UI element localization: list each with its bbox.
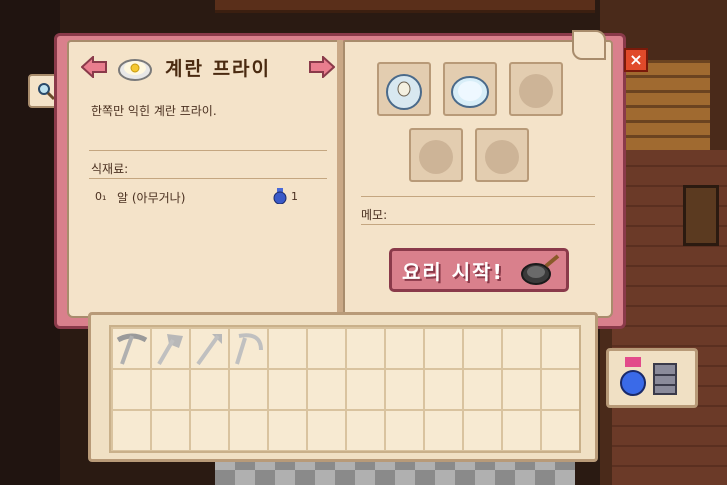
divider	[89, 150, 327, 151]
garlic-icon	[386, 74, 422, 110]
background-stairs	[620, 60, 710, 150]
pickaxe-icon	[116, 333, 148, 365]
arrow-left-icon	[80, 54, 107, 80]
recipe-title: 계란 프라이	[165, 58, 272, 80]
previous-recipe-button[interactable]	[80, 54, 107, 80]
inventory-slot[interactable]	[308, 411, 345, 450]
ingredient-slot[interactable]	[409, 128, 463, 182]
inventory-slot[interactable]	[503, 329, 540, 368]
ingredient-slot[interactable]	[377, 62, 431, 116]
inventory-slot[interactable]	[464, 411, 501, 450]
axe-icon	[157, 334, 183, 366]
recipe-description: 한쪽만 익힌 계란 프라이.	[91, 104, 217, 118]
inventory-slot[interactable]	[542, 411, 579, 450]
inventory-slot[interactable]	[425, 370, 462, 409]
inventory-grid	[109, 325, 581, 453]
mini-fridge-icon[interactable]	[653, 363, 677, 395]
inventory-slot[interactable]	[152, 411, 189, 450]
inventory-slot[interactable]	[425, 411, 462, 450]
inventory-slot[interactable]	[308, 329, 345, 368]
memo-label: 메모:	[361, 208, 388, 222]
inventory-slot[interactable]	[269, 329, 306, 368]
inventory-slot[interactable]	[269, 370, 306, 409]
arrow-right-icon	[309, 54, 336, 80]
recipe-page: 계란 프라이 한쪽만 익힌 계란 프라이. 식재료: 0₁ 알 (아무거나) 1	[67, 40, 339, 318]
ingredient-slot[interactable]	[443, 62, 497, 116]
start-cooking-label: 요리 시작!	[402, 260, 504, 284]
background-beam	[215, 0, 595, 13]
close-button[interactable]: ×	[624, 48, 648, 72]
inventory-slot[interactable]	[503, 411, 540, 450]
divider	[89, 178, 327, 179]
inventory-slot[interactable]	[308, 370, 345, 409]
inventory-slot[interactable]	[386, 329, 423, 368]
inventory-slot[interactable]	[542, 329, 579, 368]
potion-bag-icon	[273, 188, 287, 204]
ingredients-label: 식재료:	[91, 162, 129, 176]
inventory-slot[interactable]	[464, 329, 501, 368]
inventory-slot[interactable]	[386, 411, 423, 450]
ingredient-name: 알 (아무거나)	[117, 191, 186, 205]
inventory-slot[interactable]	[191, 411, 228, 450]
cookbook: 계란 프라이 한쪽만 익힌 계란 프라이. 식재료: 0₁ 알 (아무거나) 1	[54, 33, 626, 329]
ingredient-quantity: 0₁	[95, 190, 107, 203]
inventory-slot[interactable]	[152, 370, 189, 409]
fridge-potion-icon[interactable]	[619, 357, 647, 397]
inventory-slot[interactable]	[542, 370, 579, 409]
inventory-slot[interactable]	[503, 370, 540, 409]
magnifier-icon	[38, 83, 56, 101]
background-chair	[683, 185, 719, 246]
inventory-panel	[88, 312, 598, 462]
cooking-page: 메모: 요리 시작!	[343, 40, 613, 318]
side-panel	[606, 348, 698, 408]
divider	[361, 196, 595, 197]
start-cooking-button[interactable]: 요리 시작!	[389, 248, 569, 292]
scythe-icon	[235, 333, 263, 365]
ingredient-count: 1	[291, 190, 298, 203]
plate-icon	[451, 76, 489, 108]
inventory-slot[interactable]	[191, 370, 228, 409]
page-curl	[572, 30, 606, 60]
next-recipe-button[interactable]	[309, 54, 336, 80]
inventory-slot[interactable]	[113, 370, 150, 409]
ingredient-slot[interactable]	[509, 62, 563, 116]
frying-pan-icon	[521, 254, 560, 285]
inventory-slot[interactable]	[230, 411, 267, 450]
inventory-slot[interactable]	[425, 329, 462, 368]
inventory-slot[interactable]	[230, 370, 267, 409]
hoe-icon	[196, 334, 222, 366]
inventory-slot[interactable]	[269, 411, 306, 450]
inventory-slot[interactable]	[347, 329, 384, 368]
divider	[361, 224, 595, 225]
inventory-slot[interactable]	[464, 370, 501, 409]
inventory-slot[interactable]	[113, 411, 150, 450]
ingredient-row: 0₁ 알 (아무거나) 1	[95, 188, 315, 208]
ingredient-slot[interactable]	[475, 128, 529, 182]
background-left	[0, 0, 60, 485]
inventory-slot[interactable]	[386, 370, 423, 409]
inventory-slot[interactable]	[347, 370, 384, 409]
fried-egg-icon	[117, 54, 153, 82]
inventory-slot[interactable]	[347, 411, 384, 450]
